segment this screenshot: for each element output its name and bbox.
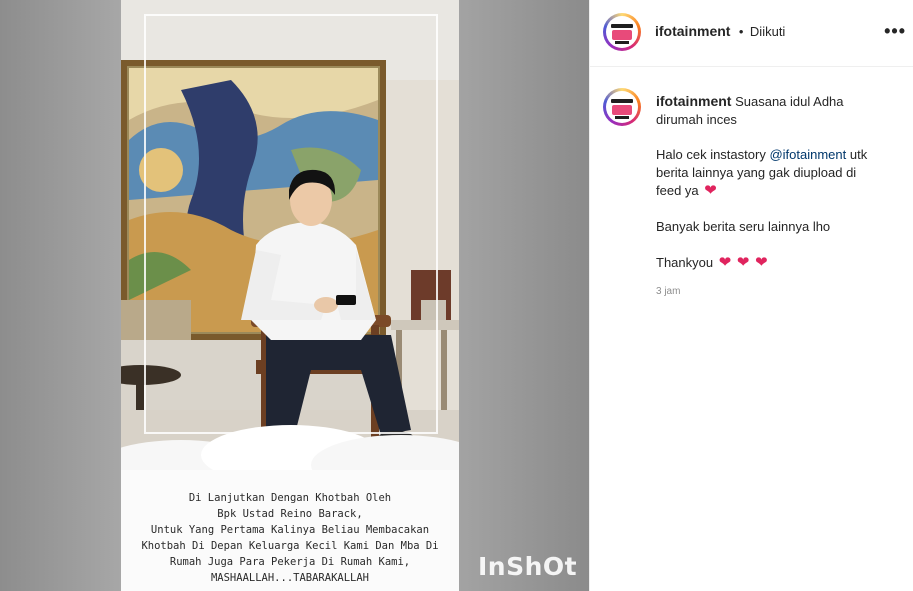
caption-text: ifotainment Suasana idul Adha dirumah in… bbox=[656, 92, 906, 129]
overlay-line: Bpk Ustad Reino Barack, bbox=[217, 508, 363, 520]
video-overlay-text: Di Lanjutkan Dengan Khotbah Oleh Bpk Ust… bbox=[121, 470, 459, 591]
story-border bbox=[144, 14, 438, 434]
caption-avatar[interactable] bbox=[603, 88, 641, 126]
post-side-panel: ifotainment • Diikuti ••• ifotainment Su… bbox=[589, 0, 913, 591]
caption-line: Suasana idul Adha bbox=[735, 94, 844, 109]
header-separator: • bbox=[738, 24, 744, 39]
overlay-line: Untuk Yang Pertama Kalinya Beliau Membac… bbox=[150, 524, 430, 536]
caption-line: feed ya bbox=[656, 183, 699, 198]
heart-icon: ❤ bbox=[755, 254, 768, 271]
overlay-line: MASHAALLAH...TABARAKALLAH bbox=[210, 572, 370, 584]
more-options-icon[interactable]: ••• bbox=[884, 21, 906, 42]
overlay-line: Di Lanjutkan Dengan Khotbah Oleh bbox=[188, 492, 392, 504]
caption-username[interactable]: ifotainment bbox=[656, 93, 731, 109]
heart-icon: ❤ bbox=[736, 254, 750, 271]
caption-text-part: utk bbox=[846, 147, 868, 162]
caption-paragraph: Halo cek instastory @ifotainment utk ber… bbox=[656, 146, 906, 200]
caption-line: Thankyou bbox=[656, 255, 714, 270]
post-timestamp[interactable]: 3 jam bbox=[656, 286, 680, 297]
following-button[interactable]: Diikuti bbox=[750, 24, 785, 39]
post-header: ifotainment • Diikuti ••• bbox=[590, 0, 913, 67]
caption-text-part: Halo cek instastory bbox=[656, 147, 770, 162]
caption-paragraph: Thankyou ❤ ❤ ❤ bbox=[656, 254, 906, 272]
caption-paragraph: Banyak berita seru lainnya lho bbox=[656, 219, 831, 234]
post-media[interactable]: Di Lanjutkan Dengan Khotbah Oleh Bpk Ust… bbox=[0, 0, 589, 591]
header-username[interactable]: ifotainment bbox=[655, 23, 730, 39]
video-blur-left bbox=[0, 0, 121, 591]
overlay-line: Khotbah Di Depan Keluarga Kecil Kami Dan… bbox=[141, 540, 439, 552]
heart-icon: ❤ bbox=[718, 254, 732, 271]
caption-line: dirumah inces bbox=[656, 112, 737, 127]
heart-icon: ❤ bbox=[704, 182, 717, 199]
inshot-watermark: InShOt bbox=[478, 552, 578, 581]
video-blur-right bbox=[459, 0, 589, 591]
mention-link[interactable]: @ifotainment bbox=[769, 147, 846, 162]
account-avatar[interactable] bbox=[603, 13, 641, 51]
overlay-line: Rumah Juga Para Pekerja Di Rumah Kami, bbox=[169, 556, 411, 568]
header-account-row: ifotainment • Diikuti bbox=[655, 23, 785, 41]
caption-line: berita lainnya yang gak diupload di bbox=[656, 165, 857, 180]
